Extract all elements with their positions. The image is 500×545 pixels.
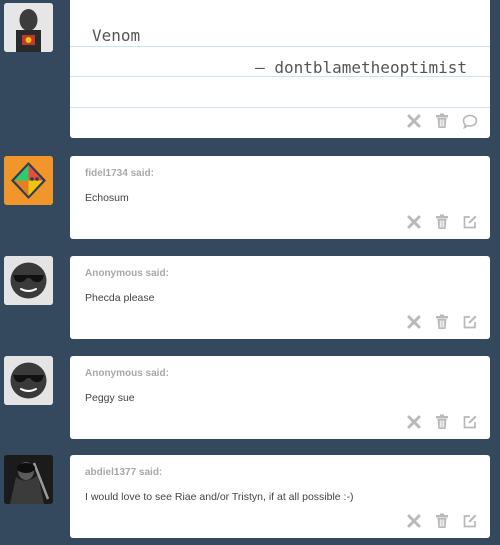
avatar-fidel1734[interactable] (4, 156, 53, 205)
edit-icon[interactable] (460, 313, 480, 331)
comment-actions (404, 413, 480, 431)
comment-author[interactable]: abdiel1377 said: (85, 467, 162, 478)
comment-actions (404, 213, 480, 231)
comment-message: Peggy sue (85, 392, 135, 404)
comment-card: abdiel1377 said: I would love to see Ria… (70, 455, 490, 538)
avatar-anonymous[interactable] (4, 256, 53, 305)
comment-message: Echosum (85, 192, 129, 204)
trash-icon[interactable] (432, 112, 452, 130)
comment-message: Phecda please (85, 292, 155, 304)
comment-card: Anonymous said: Peggy sue (70, 356, 490, 439)
comment-author[interactable]: fidel1734 said: (85, 168, 154, 179)
x-icon[interactable] (404, 512, 424, 530)
avatar-anonymous[interactable] (4, 356, 53, 405)
x-icon[interactable] (404, 413, 424, 431)
comment-message: I would love to see Riae and/or Tristyn,… (85, 491, 354, 503)
speech-bubble-icon[interactable] (460, 112, 480, 130)
x-icon[interactable] (404, 313, 424, 331)
comment-card: fidel1734 said: Echosum (70, 156, 490, 239)
comment-actions (404, 512, 480, 530)
comment-card: Anonymous said: Phecda please (70, 256, 490, 339)
trash-icon[interactable] (432, 413, 452, 431)
edit-icon[interactable] (460, 512, 480, 530)
edit-icon[interactable] (460, 413, 480, 431)
note-rule (70, 107, 490, 108)
note-actions (404, 112, 480, 130)
note-title: Venom (92, 26, 141, 45)
comment-actions (404, 313, 480, 331)
edit-icon[interactable] (460, 213, 480, 231)
comment-author: Anonymous said: (85, 368, 169, 379)
x-icon[interactable] (404, 213, 424, 231)
note-attribution: — dontblametheoptimist (255, 58, 467, 77)
trash-icon[interactable] (432, 213, 452, 231)
avatar-top[interactable] (4, 3, 53, 52)
x-icon[interactable] (404, 112, 424, 130)
note-rule (70, 46, 490, 47)
trash-icon[interactable] (432, 512, 452, 530)
comment-author: Anonymous said: (85, 268, 169, 279)
avatar-abdiel1377[interactable] (4, 455, 53, 504)
note-card: Venom — dontblametheoptimist (70, 0, 490, 138)
trash-icon[interactable] (432, 313, 452, 331)
